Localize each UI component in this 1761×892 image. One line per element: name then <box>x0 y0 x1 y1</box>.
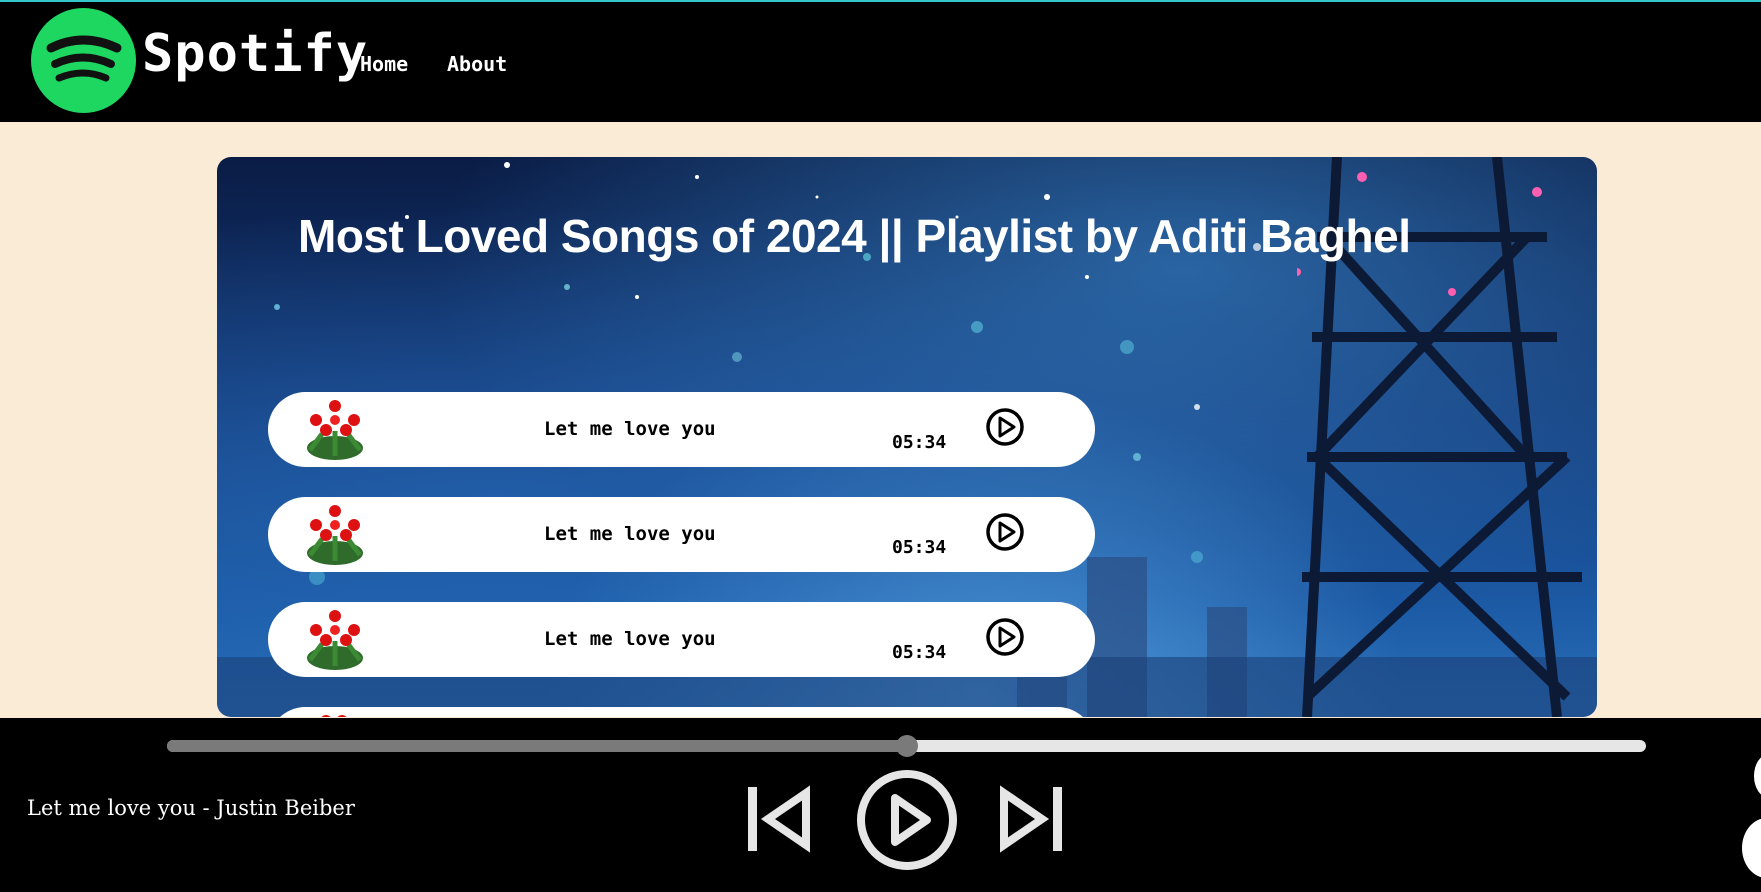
now-playing-text: Let me love you - Justin Beiber <box>27 796 355 820</box>
song-cover-image <box>307 505 363 565</box>
song-item[interactable]: Let me love you 05:34 <box>268 602 1095 677</box>
playlist-title: Most Loved Songs of 2024 || Playlist by … <box>298 210 1411 262</box>
nav-home-link[interactable]: Home <box>360 52 408 76</box>
song-item[interactable] <box>268 707 1095 717</box>
seek-bar[interactable] <box>167 735 1646 757</box>
nav-about-link[interactable]: About <box>447 52 507 76</box>
song-title: Let me love you <box>544 628 716 650</box>
song-item[interactable]: Let me love you 05:34 <box>268 392 1095 467</box>
song-cover-image <box>307 610 363 670</box>
edge-decoration <box>1742 818 1761 878</box>
play-circle-icon[interactable] <box>985 617 1025 657</box>
spotify-logo-icon[interactable] <box>31 8 136 113</box>
song-item[interactable]: Let me love you 05:34 <box>268 497 1095 572</box>
previous-icon[interactable] <box>746 785 816 853</box>
seek-bar-fill <box>167 740 907 752</box>
next-icon[interactable] <box>996 785 1066 853</box>
brand-name: Spotify <box>142 24 369 84</box>
seek-bar-thumb[interactable] <box>895 735 918 757</box>
song-title: Let me love you <box>544 418 716 440</box>
play-circle-icon[interactable] <box>985 407 1025 447</box>
edge-decoration <box>1754 754 1761 798</box>
song-duration: 05:34 <box>892 432 947 453</box>
song-cover-image <box>307 400 363 460</box>
play-circle-icon[interactable] <box>985 512 1025 552</box>
song-duration: 05:34 <box>892 642 947 663</box>
navbar: Spotify Home About <box>0 2 1761 122</box>
player-bar: Let me love you - Justin Beiber <box>0 718 1761 892</box>
song-title: Let me love you <box>544 523 716 545</box>
song-duration: 05:34 <box>892 537 947 558</box>
song-cover-image <box>321 715 347 717</box>
playlist-container: Most Loved Songs of 2024 || Playlist by … <box>217 157 1597 717</box>
play-icon[interactable] <box>855 768 959 872</box>
